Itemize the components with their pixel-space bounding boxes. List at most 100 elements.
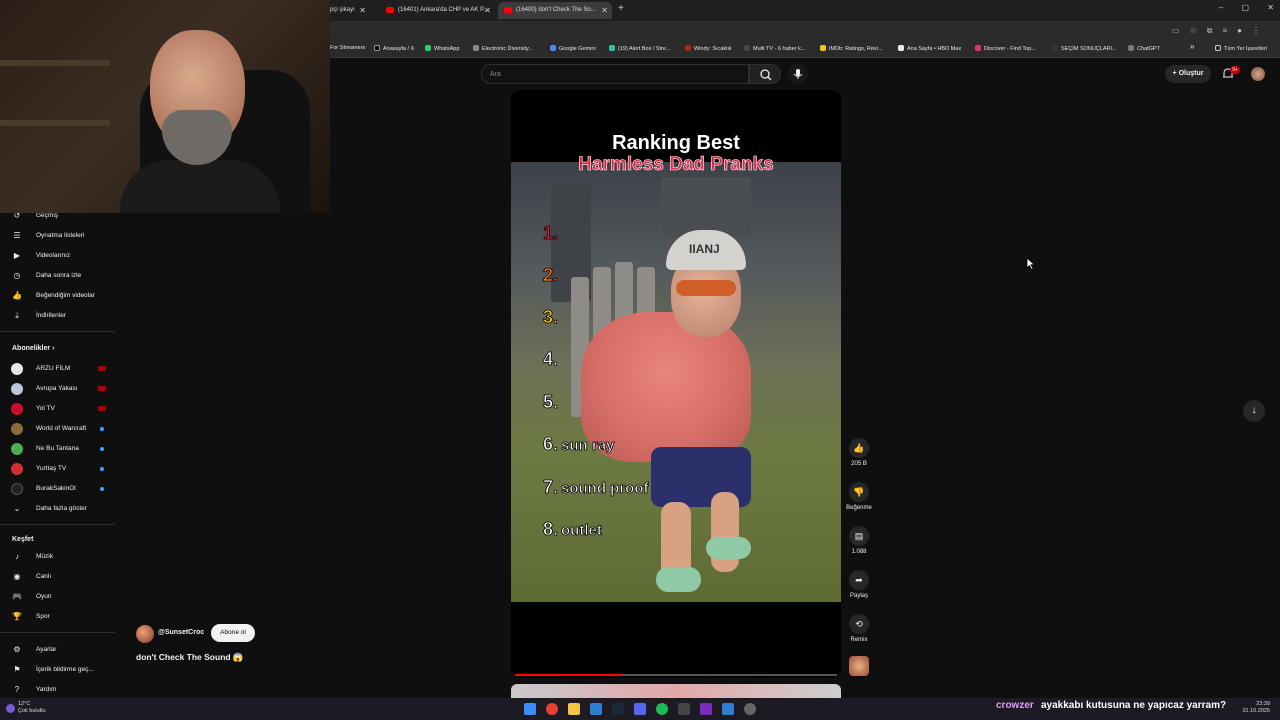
- sidebar: ↺ Geçmiş ☰ Oynatma listeleri ▶ Videolarınız…: [0, 210, 120, 700]
- bookmark-item[interactable]: For Streamers: [330, 45, 365, 51]
- sidebar-item-music[interactable]: ♪ Müzik: [0, 547, 118, 567]
- cast-icon[interactable]: ▭: [1172, 26, 1190, 35]
- bookmark-item[interactable]: (19) Alert Box / Stre...: [609, 45, 671, 52]
- tab-active-video[interactable]: (16400) don't Check The So... ✕: [498, 2, 612, 19]
- tab-partial[interactable]: pçi şikayı ✕: [330, 2, 370, 19]
- create-button[interactable]: + Oluştur: [1165, 65, 1211, 83]
- next-video-button[interactable]: ↓: [1243, 400, 1265, 422]
- app-icon[interactable]: [678, 703, 690, 715]
- menu-icon[interactable]: ⋮: [1252, 26, 1270, 35]
- sidebar-channel[interactable]: Yurttaş TV: [0, 459, 118, 479]
- sidebar-item-liked[interactable]: 👍 Beğendiğim videolar: [0, 286, 118, 306]
- rank-item: 4.: [543, 349, 559, 370]
- maximize-button[interactable]: ▢: [1242, 3, 1250, 12]
- channel-name[interactable]: @SunsetCroc: [158, 629, 204, 636]
- subscribe-button[interactable]: Abone ol: [211, 624, 255, 642]
- weather-widget[interactable]: 12°C Çok bulutlu: [18, 701, 46, 715]
- bookmark-item[interactable]: Windy: Sıcaklık: [685, 45, 732, 52]
- close-icon[interactable]: ✕: [601, 2, 608, 19]
- bookmark-item[interactable]: Ana Sayfa • HBO Max: [898, 45, 961, 52]
- all-bookmarks[interactable]: Tüm Yer İşaretleri: [1215, 45, 1267, 52]
- close-window-button[interactable]: ✕: [1267, 3, 1274, 12]
- dislike-button[interactable]: 👎 Beğenme: [846, 482, 872, 511]
- channel-avatar[interactable]: [136, 625, 154, 643]
- chrome-icon[interactable]: [546, 703, 558, 715]
- start-icon[interactable]: [524, 703, 536, 715]
- toolbar-icons: ▭☆⧉≡●⋮: [1172, 26, 1270, 36]
- voice-search-button[interactable]: [788, 64, 808, 84]
- file-explorer-icon[interactable]: [568, 703, 580, 715]
- like-button[interactable]: 👍 205 B: [846, 438, 872, 467]
- music-icon: ♪: [15, 552, 19, 561]
- chevron-right-icon: ›: [52, 345, 55, 352]
- sidebar-channel[interactable]: Ne Bu Tantana: [0, 439, 118, 459]
- live-icon: ◉: [13, 572, 21, 581]
- cap-print: IIANJ: [689, 242, 720, 256]
- video-overlay-title: Ranking Best: [612, 132, 740, 154]
- sidebar-item-live[interactable]: ◉ Canlı: [0, 567, 118, 587]
- profile-icon[interactable]: ●: [1237, 26, 1252, 35]
- bookmark-item[interactable]: SEÇİM SONUÇLARI...: [1052, 45, 1117, 52]
- channel-avatar: [11, 463, 23, 475]
- sidebar-item-downloads[interactable]: ⤓ İndirilenler: [0, 306, 118, 326]
- sidebar-item-sports[interactable]: 🏆 Spor: [0, 607, 118, 627]
- comments-button[interactable]: ▤ 1.088: [846, 526, 872, 555]
- obs-icon[interactable]: [744, 703, 756, 715]
- sidebar-item-gaming[interactable]: 🎮 Oyun: [0, 587, 118, 607]
- sidebar-item-watch-later[interactable]: ◷ Daha sonra izle: [0, 266, 118, 286]
- clock[interactable]: 23:39 31.10.2025: [1242, 701, 1270, 715]
- app-icon[interactable]: [590, 703, 602, 715]
- sidebar-item-report-history[interactable]: ⚑ İçerik bildirme geç...: [0, 660, 118, 680]
- bookmarks-overflow[interactable]: »: [1190, 42, 1194, 51]
- bookmark-item[interactable]: Electronic Diversity...: [473, 45, 533, 52]
- thumbs-down-icon: 👎: [849, 482, 869, 502]
- settings-icon: ⚙: [13, 645, 21, 654]
- bookmark-item[interactable]: Anasayfa / X: [374, 45, 414, 52]
- spotify-icon[interactable]: [656, 703, 668, 715]
- sidebar-channel[interactable]: World of Warcraft: [0, 419, 118, 439]
- live-indicator-icon: [98, 366, 106, 371]
- subscriptions-heading[interactable]: Abonelikler ›: [12, 345, 54, 352]
- sidebar-channel[interactable]: BurakSakinOl: [0, 479, 118, 499]
- bookmark-item[interactable]: ChatGPT: [1128, 45, 1160, 52]
- bookmark-item[interactable]: Google Gemini: [550, 45, 596, 52]
- search-input[interactable]: Ara: [481, 64, 749, 84]
- new-content-dot: [100, 467, 104, 471]
- sidebar-item-playlists[interactable]: ☰ Oynatma listeleri: [0, 226, 118, 246]
- extensions-icon[interactable]: ⧉: [1207, 26, 1223, 35]
- next-short-preview[interactable]: [511, 684, 841, 698]
- sound-avatar[interactable]: [849, 656, 869, 676]
- sidebar-show-more[interactable]: ⌄ Daha fazla göster: [0, 499, 118, 519]
- remix-button[interactable]: ⟲ Remix: [846, 614, 872, 643]
- sidebar-channel[interactable]: ARZU FİLM: [0, 359, 118, 379]
- account-avatar[interactable]: [1251, 67, 1265, 81]
- sidebar-item-help[interactable]: ? Yardım: [0, 680, 118, 700]
- sidebar-item-your-videos[interactable]: ▶ Videolarınız: [0, 246, 118, 266]
- your-videos-icon: ▶: [13, 251, 21, 260]
- bookmark-item[interactable]: WhatsApp: [425, 45, 459, 52]
- steam-icon[interactable]: [612, 703, 624, 715]
- sidebar-channel[interactable]: Avrupa Yakası: [0, 379, 118, 399]
- minimize-button[interactable]: –: [1219, 3, 1223, 12]
- search-button[interactable]: [749, 64, 781, 84]
- new-tab-button[interactable]: +: [618, 3, 624, 14]
- sidebar-item-settings[interactable]: ⚙ Ayarlar: [0, 640, 118, 660]
- discord-icon[interactable]: [634, 703, 646, 715]
- sidebar-channel[interactable]: Yol TV: [0, 399, 118, 419]
- star-icon[interactable]: ☆: [1190, 26, 1207, 35]
- bookmark-item[interactable]: Multi TV - 6 haber k...: [744, 45, 805, 52]
- watch-later-icon: ◷: [13, 271, 21, 280]
- shorts-video-player[interactable]: IIANJ Ranking Best Harmless Dad Pranks 1…: [511, 90, 841, 678]
- app-icon[interactable]: [722, 703, 734, 715]
- app-icon[interactable]: [700, 703, 712, 715]
- bookmark-item[interactable]: Discover - Find Top...: [975, 45, 1036, 52]
- tab-ankara[interactable]: (16401) Ankara'da CHP ve AK P... ✕: [380, 2, 495, 19]
- share-button[interactable]: ➦ Paylaş: [846, 570, 872, 599]
- webcam-overlay: [0, 0, 330, 213]
- close-icon[interactable]: ✕: [484, 2, 491, 19]
- help-icon: ?: [14, 685, 20, 694]
- media-icon[interactable]: ≡: [1222, 26, 1237, 35]
- live-indicator-icon: [98, 406, 106, 411]
- video-progress-bar[interactable]: [515, 674, 837, 676]
- bookmark-item[interactable]: IMDb: Ratings, Revi...: [820, 45, 883, 52]
